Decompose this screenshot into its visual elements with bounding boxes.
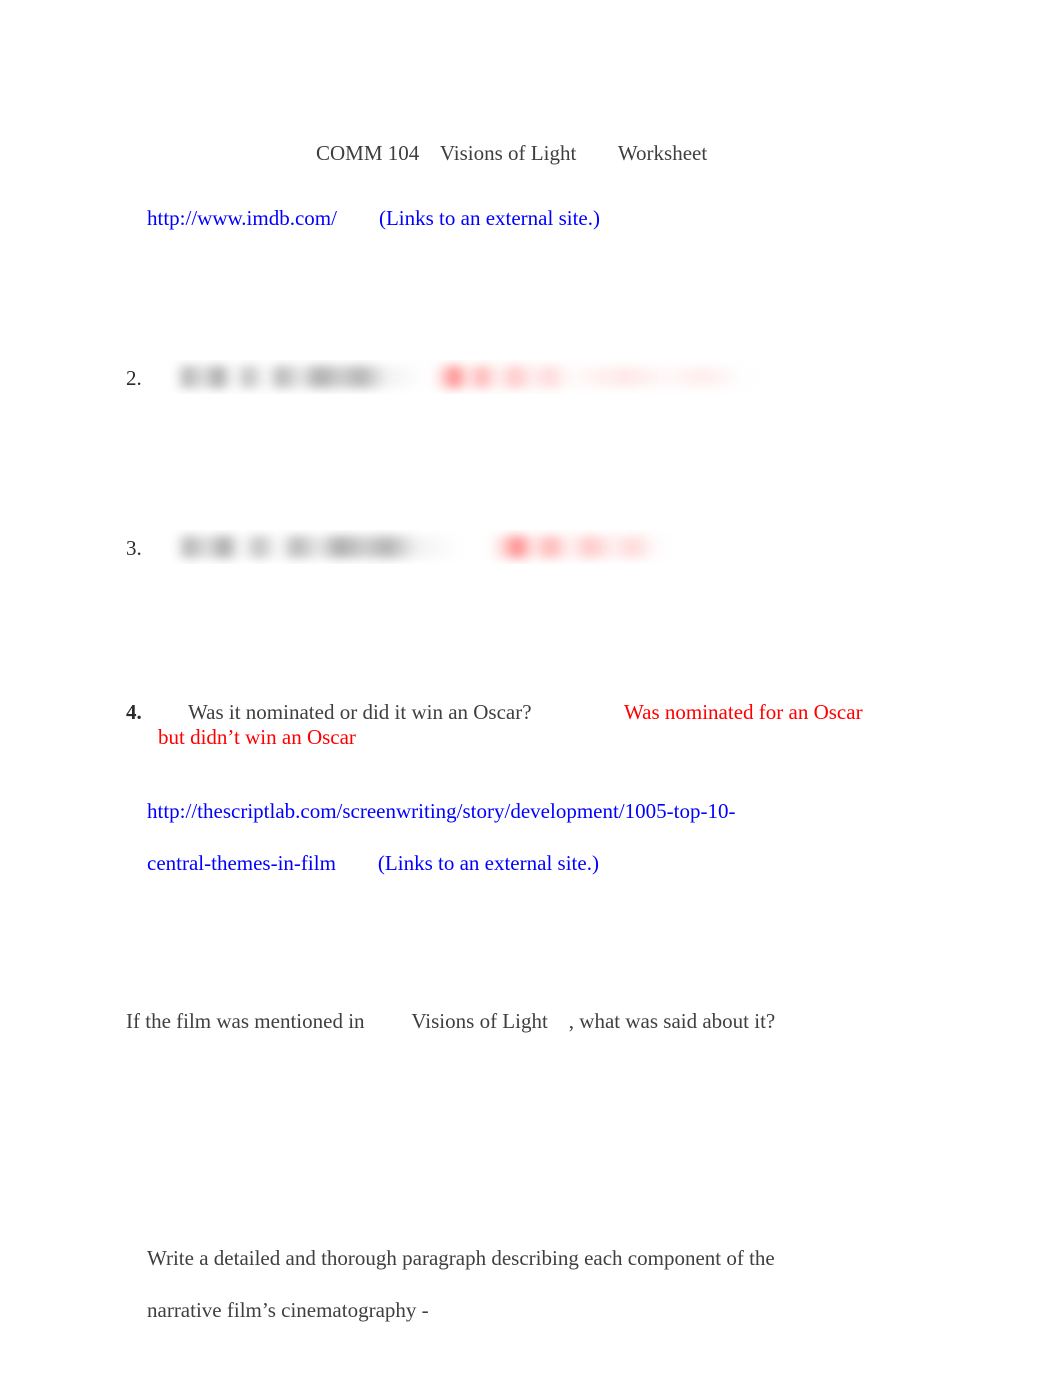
item-4-question: Was it nominated or did it win an Oscar? [188, 700, 532, 724]
item-3-redacted-answer [170, 530, 690, 564]
item-2-redacted-answer-tail-band [568, 367, 764, 387]
item-4-number: 4. [126, 700, 142, 724]
scriptlab-link-line[interactable]: http://thescriptlab.com/screenwriting/st… [126, 772, 886, 902]
document-page: COMM 104 Visions of Light Worksheet http… [0, 0, 1062, 1377]
item-2-redacted-answer-band [432, 366, 582, 388]
item-4-answer-line-2: but didn’t win an Oscar [158, 725, 356, 749]
item-3-number: 3. [126, 536, 142, 560]
item-3-redacted-answer-band [490, 536, 672, 558]
scriptlab-link-part-2[interactable]: central-themes-in-film (Links to an exte… [147, 851, 599, 875]
scriptlab-link-part-1[interactable]: http://thescriptlab.com/screenwriting/st… [147, 799, 735, 823]
item-2-number: 2. [126, 366, 142, 390]
item-4-answer-line-1: Was nominated for an Oscar [624, 700, 863, 724]
imdb-link[interactable]: http://www.imdb.com/ (Links to an extern… [147, 206, 600, 230]
item-3-redacted-question-band [176, 536, 462, 558]
visions-of-light-prompt: If the film was mentioned in Visions of … [126, 1009, 776, 1033]
cinematography-prompt: Write a detailed and thorough paragraph … [126, 1219, 886, 1349]
item-2-redacted-question-band [176, 366, 426, 388]
cinematography-prompt-line-1: Write a detailed and thorough paragraph … [147, 1246, 775, 1270]
item-2-redacted-answer [170, 360, 770, 394]
cinematography-prompt-line-2: narrative film’s cinematography - [147, 1298, 429, 1322]
page-title: COMM 104 Visions of Light Worksheet [316, 141, 708, 165]
imdb-link-line[interactable]: http://www.imdb.com/ (Links to an extern… [126, 179, 846, 257]
